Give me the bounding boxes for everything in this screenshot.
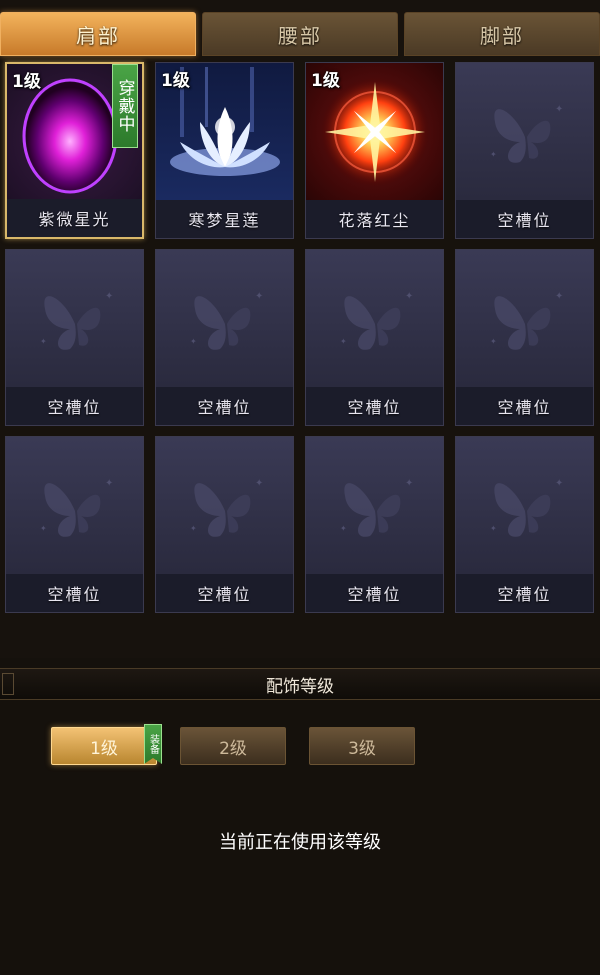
wearing-badge: 穿戴中 [112,64,138,148]
svg-text:✦: ✦ [190,337,197,346]
equipped-badge: 装备 [144,724,162,764]
tab-feet[interactable]: 脚部 [404,12,600,56]
slot-name: 空槽位 [156,387,293,425]
svg-text:✦: ✦ [40,337,47,346]
svg-text:✦: ✦ [555,478,563,489]
butterfly-icon: ✦ ✦ [456,437,593,574]
svg-text:✦: ✦ [105,291,113,302]
empty-slot[interactable]: ✦ ✦ 空槽位 [305,249,444,426]
slot-name: 寒梦星莲 [156,200,293,238]
empty-slot[interactable]: ✦ ✦ 空槽位 [5,436,144,613]
slot-level: 1级 [12,72,41,92]
svg-text:✦: ✦ [340,524,347,533]
panel-title: 配饰等级 [266,676,334,697]
slot-level: 1级 [161,71,190,91]
slot-name: 空槽位 [456,387,593,425]
butterfly-icon: ✦ ✦ [306,437,443,574]
slot-name: 空槽位 [306,574,443,612]
empty-slot[interactable]: ✦ ✦ 空槽位 [305,436,444,613]
level-label: 2级 [219,738,247,759]
svg-text:✦: ✦ [555,104,563,115]
slot-name: 空槽位 [156,574,293,612]
slot-name: 花落红尘 [306,200,443,238]
empty-slot[interactable]: ✦ ✦ 空槽位 [155,249,294,426]
svg-text:✦: ✦ [405,478,413,489]
svg-text:✦: ✦ [255,291,263,302]
empty-slot[interactable]: ✦ ✦ 空槽位 [5,249,144,426]
level-label: 3级 [348,738,376,759]
accessory-slot-ziwei[interactable]: 1级 穿戴中 紫微星光 [5,62,144,239]
slot-name: 空槽位 [456,574,593,612]
tab-waist[interactable]: 腰部 [202,12,398,56]
panel-header: 配饰等级 [0,668,600,700]
slot-name: 空槽位 [306,387,443,425]
slot-name: 空槽位 [456,200,593,238]
svg-text:✦: ✦ [105,478,113,489]
level-label: 1级 [90,738,118,759]
accessory-slot-hanmeng[interactable]: 1级 寒梦星莲 [155,62,294,239]
butterfly-icon: ✦ ✦ [306,250,443,387]
butterfly-icon: ✦ ✦ [456,63,593,200]
svg-text:✦: ✦ [405,291,413,302]
svg-text:✦: ✦ [490,524,497,533]
position-tabs: 肩部 腰部 脚部 [0,12,600,58]
empty-slot[interactable]: ✦ ✦ 空槽位 [455,249,594,426]
accessory-slot-hualuo[interactable]: 1级 花落红尘 [305,62,444,239]
svg-text:✦: ✦ [190,524,197,533]
slot-name: 空槽位 [6,574,143,612]
empty-slot[interactable]: ✦ ✦ 空槽位 [455,62,594,239]
level-2-button[interactable]: 2级 [180,727,286,765]
svg-text:✦: ✦ [255,478,263,489]
empty-slot[interactable]: ✦ ✦ 空槽位 [455,436,594,613]
empty-slot[interactable]: ✦ ✦ 空槽位 [155,436,294,613]
svg-text:✦: ✦ [490,337,497,346]
accessory-grid: 1级 穿戴中 紫微星光 1级 寒梦星莲 1级 花落红尘 ✦ ✦ 空槽位 ✦ ✦ … [5,62,595,613]
slot-name: 紫微星光 [7,199,142,237]
butterfly-icon: ✦ ✦ [6,437,143,574]
tab-shoulder[interactable]: 肩部 [0,12,196,56]
accessory-level-panel: 配饰等级 1级 装备 2级 3级 当前正在使用该等级 [0,658,600,975]
butterfly-icon: ✦ ✦ [156,250,293,387]
svg-text:✦: ✦ [555,291,563,302]
butterfly-icon: ✦ ✦ [456,250,593,387]
svg-text:✦: ✦ [40,524,47,533]
status-text: 当前正在使用该等级 [219,832,381,853]
level-3-button[interactable]: 3级 [309,727,415,765]
slot-level: 1级 [311,71,340,91]
header-ornament [2,673,14,695]
butterfly-icon: ✦ ✦ [6,250,143,387]
svg-text:✦: ✦ [340,337,347,346]
slot-name: 空槽位 [6,387,143,425]
butterfly-icon: ✦ ✦ [156,437,293,574]
svg-text:✦: ✦ [490,150,497,159]
level-1-button[interactable]: 1级 装备 [51,724,162,765]
